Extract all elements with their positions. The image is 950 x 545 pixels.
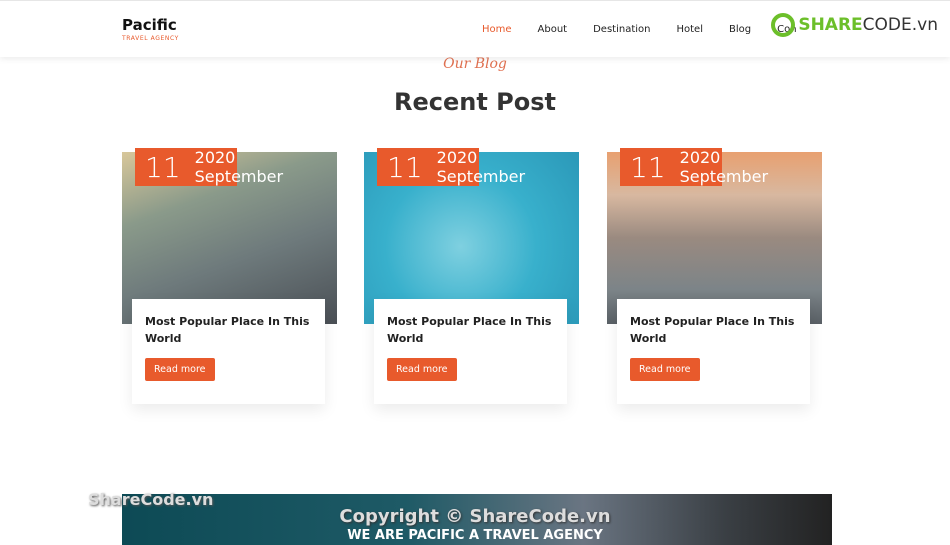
nav-home[interactable]: Home: [482, 24, 512, 35]
sharecode-logo-icon: [771, 13, 796, 37]
post-title[interactable]: Most Popular Place In This World: [387, 313, 554, 347]
nav-blog[interactable]: Blog: [729, 24, 751, 35]
logo[interactable]: Pacific TRAVEL AGENCY: [122, 16, 179, 42]
read-more-button[interactable]: Read more: [630, 358, 700, 381]
date-year: 2020: [679, 148, 721, 167]
post-title[interactable]: Most Popular Place In This World: [630, 313, 797, 347]
watermark-share: SHARE: [798, 15, 863, 35]
nav-hotel[interactable]: Hotel: [677, 24, 704, 35]
blog-card: 11 2020 September Most Popular Place In Th…: [607, 148, 822, 407]
sharecode-watermark: SHARE CODE.vn: [771, 13, 938, 37]
date-month: September: [436, 167, 526, 186]
nav-about[interactable]: About: [538, 24, 568, 35]
read-more-button[interactable]: Read more: [387, 358, 457, 381]
blog-card: 11 2020 September Most Popular Place In Th…: [364, 148, 579, 407]
navbar: Pacific TRAVEL AGENCY Home About Destina…: [0, 0, 950, 57]
watermark-code: CODE.vn: [862, 15, 938, 35]
date-month: September: [679, 167, 769, 186]
main-menu: Home About Destination Hotel Blog Con: [482, 24, 797, 35]
date-badge: 11 2020 September: [620, 148, 768, 186]
footer-banner-title: WE ARE PACIFIC A TRAVEL AGENCY: [347, 528, 603, 543]
date-badge: 11 2020 September: [135, 148, 283, 186]
date-month: September: [194, 167, 284, 186]
date-day: 11: [630, 150, 666, 184]
copyright-text: Copyright © ShareCode.vn: [339, 506, 611, 527]
post-title[interactable]: Most Popular Place In This World: [145, 313, 312, 347]
blog-card: 11 2020 September Most Popular Place In Th…: [122, 148, 337, 407]
post-content: Most Popular Place In This World Read mor…: [374, 299, 567, 404]
post-content: Most Popular Place In This World Read mor…: [617, 299, 810, 404]
date-year: 2020: [194, 148, 236, 167]
brand-name: Pacific: [122, 16, 177, 34]
post-content: Most Popular Place In This World Read mor…: [132, 299, 325, 404]
date-badge: 11 2020 September: [377, 148, 525, 186]
date-day: 11: [387, 150, 423, 184]
read-more-button[interactable]: Read more: [145, 358, 215, 381]
date-day: 11: [145, 150, 181, 184]
section-title: Recent Post: [393, 88, 556, 116]
date-year: 2020: [436, 148, 478, 167]
section-subtitle: Our Blog: [443, 56, 507, 72]
brand-tagline: TRAVEL AGENCY: [122, 35, 179, 42]
nav-destination[interactable]: Destination: [593, 24, 650, 35]
